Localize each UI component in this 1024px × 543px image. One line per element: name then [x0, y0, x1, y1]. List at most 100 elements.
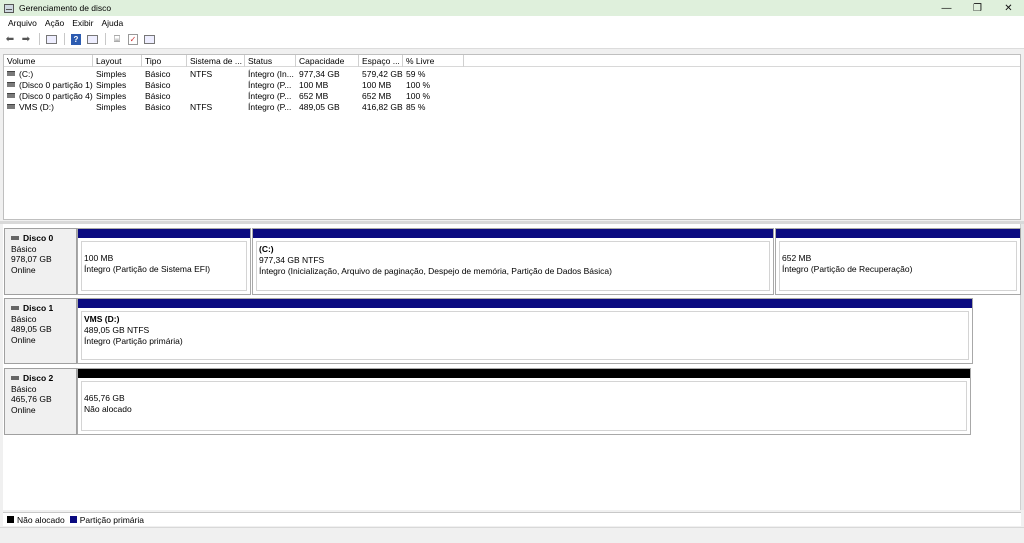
column-header-sistema[interactable]: Sistema de ... [187, 55, 245, 67]
disk-status: Online [11, 334, 36, 345]
cell-espaco: 100 MB [362, 80, 392, 90]
partition-details: (C:) 977,34 GB NTFS Íntegro (Inicializaç… [256, 241, 770, 291]
cell-sistema [187, 91, 245, 102]
disk-type: Básico [11, 243, 37, 254]
unallocated-space[interactable]: 465,76 GB Não alocado [77, 368, 971, 435]
primary-partition-bar [78, 299, 972, 308]
primary-partition-bar [78, 229, 250, 238]
column-header-espaco[interactable]: Espaço ... [359, 55, 403, 67]
cell-sistema: NTFS [190, 69, 213, 79]
partition-details: 100 MB Íntegro (Partição de Sistema EFI) [81, 241, 247, 291]
partition-recovery[interactable]: 652 MB Íntegro (Partição de Recuperação) [775, 228, 1021, 295]
disk-label-1[interactable]: Disco 1 Básico 489,05 GB Online [4, 298, 77, 364]
menu-bar: Arquivo Ação Exibir Ajuda [0, 16, 1024, 30]
cell-sistema: NTFS [190, 102, 213, 112]
cell-capacidade: 100 MB [299, 80, 329, 90]
disk-type: Básico [11, 383, 37, 394]
disk-size: 978,07 GB [11, 254, 52, 264]
cell-volume: (Disco 0 partição 1) [4, 80, 93, 91]
partition-details: 465,76 GB Não alocado [81, 381, 967, 431]
toolbar-separator [39, 33, 40, 45]
disk-size: 465,76 GB [11, 394, 52, 404]
cell-espaco: 579,42 GB [362, 69, 403, 79]
disk-graphical-view: Disco 0 Básico 978,07 GB Online 100 MB Í… [3, 224, 1021, 510]
properties-icon[interactable] [44, 32, 58, 46]
disk-row-2: Disco 2 Básico 465,76 GB Online 465,76 G… [3, 368, 971, 435]
disk-status: Online [11, 404, 36, 415]
toolbar-separator [64, 33, 65, 45]
table-row[interactable]: (C:) Simples Básico NTFS Íntegro (In... … [4, 69, 1020, 80]
cell-livre: 100 % [406, 91, 431, 101]
show-hide-tree-icon[interactable] [85, 32, 99, 46]
back-arrow-icon[interactable]: ⬅ [3, 32, 17, 46]
forward-arrow-icon[interactable]: ➡ [19, 32, 33, 46]
status-bar [0, 527, 1024, 543]
cell-livre: 100 % [406, 80, 431, 90]
partition-vms-d[interactable]: VMS (D:) 489,05 GB NTFS Íntegro (Partiçã… [77, 298, 973, 364]
cell-status: Íntegro (In... [248, 69, 294, 79]
cell-capacidade: 489,05 GB [299, 102, 340, 112]
cell-capacidade: 652 MB [299, 91, 329, 101]
primary-partition-swatch [69, 516, 77, 523]
toolbar: ⬅ ➡ ? ⌸ ✓ [0, 30, 1024, 49]
cell-tipo: Básico [145, 91, 171, 101]
table-row[interactable]: (Disco 0 partição 4) Simples Básico Ínte… [4, 91, 1020, 102]
column-header-livre[interactable]: % Livre [403, 55, 464, 67]
partition-efi[interactable]: 100 MB Íntegro (Partição de Sistema EFI) [77, 228, 251, 295]
cell-livre: 59 % [406, 69, 426, 79]
menu-acao[interactable]: Ação [41, 18, 68, 28]
cell-tipo: Básico [145, 102, 171, 112]
column-header-capacidade[interactable]: Capacidade [296, 55, 359, 67]
cell-sistema [187, 80, 245, 91]
hard-disk-icon [11, 306, 19, 310]
cell-espaco: 652 MB [362, 91, 392, 101]
window-title: Gerenciamento de disco [19, 3, 112, 13]
help-icon[interactable]: ? [69, 32, 83, 46]
column-header-tipo[interactable]: Tipo [142, 55, 187, 67]
partition-c[interactable]: (C:) 977,34 GB NTFS Íntegro (Inicializaç… [252, 228, 774, 295]
primary-partition-bar [776, 229, 1020, 238]
disk-size: 489,05 GB [11, 324, 52, 334]
cell-capacidade: 977,34 GB [299, 69, 340, 79]
menu-exibir[interactable]: Exibir [68, 18, 97, 28]
disk-type: Básico [11, 313, 37, 324]
restore-button[interactable]: ❐ [962, 0, 993, 16]
partition-details: 652 MB Íntegro (Partição de Recuperação) [779, 241, 1017, 291]
cell-volume: VMS (D:) [4, 102, 93, 113]
drive-icon [7, 82, 15, 87]
close-button[interactable]: ✕ [993, 0, 1024, 16]
cell-status: Íntegro (P... [248, 102, 292, 112]
cell-livre: 85 % [406, 102, 426, 112]
menu-ajuda[interactable]: Ajuda [97, 18, 127, 28]
connect-drive-icon[interactable]: ⌸ [110, 32, 124, 46]
list-view-icon[interactable] [142, 32, 156, 46]
cell-tipo: Básico [145, 80, 171, 90]
toolbar-separator [105, 33, 106, 45]
menu-arquivo[interactable]: Arquivo [4, 18, 41, 28]
disk-status: Online [11, 264, 36, 275]
check-icon[interactable]: ✓ [126, 32, 140, 46]
cell-layout: Simples [96, 102, 127, 112]
legend: Não alocado Partição primária [3, 512, 1021, 526]
volume-list-header: Volume Layout Tipo Sistema de ... Status… [4, 55, 1020, 67]
column-header-volume[interactable]: Volume [4, 55, 93, 67]
unallocated-bar [78, 369, 970, 378]
minimize-button[interactable]: — [931, 0, 962, 16]
title-bar: Gerenciamento de disco — ❐ ✕ [0, 0, 1024, 16]
volume-list[interactable]: Volume Layout Tipo Sistema de ... Status… [3, 54, 1021, 220]
disk-label-0[interactable]: Disco 0 Básico 978,07 GB Online [4, 228, 77, 295]
cell-espaco: 416,82 GB [362, 102, 403, 112]
legend-label-unallocated: Não alocado [17, 514, 65, 525]
table-row[interactable]: (Disco 0 partição 1) Simples Básico Ínte… [4, 80, 1020, 91]
table-row[interactable]: VMS (D:) Simples Básico NTFS Íntegro (P.… [4, 102, 1020, 113]
disk-label-2[interactable]: Disco 2 Básico 465,76 GB Online [4, 368, 77, 435]
column-header-layout[interactable]: Layout [93, 55, 142, 67]
column-header-status[interactable]: Status [245, 55, 296, 67]
drive-icon [7, 93, 15, 98]
cell-volume: (Disco 0 partição 4) [4, 91, 93, 102]
hard-disk-icon [11, 376, 19, 380]
partition-details: VMS (D:) 489,05 GB NTFS Íntegro (Partiçã… [81, 311, 969, 360]
cell-status: Íntegro (P... [248, 80, 292, 90]
cell-layout: Simples [96, 69, 127, 79]
legend-label-primary: Partição primária [79, 514, 144, 525]
